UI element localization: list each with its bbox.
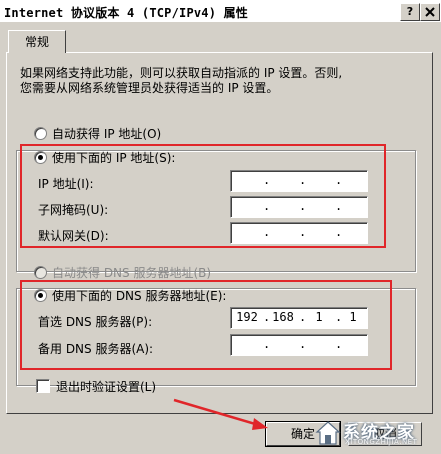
validate-label: 退出时验证设置(L) xyxy=(56,380,157,394)
dns-auto-radio[interactable] xyxy=(34,266,47,279)
close-button[interactable] xyxy=(420,3,440,21)
validate-checkbox[interactable] xyxy=(36,379,50,393)
title-bar: Internet 协议版本 4 (TCP/IPv4) 属性 ? xyxy=(0,0,441,23)
intro-line-2: 您需要从网络系统管理员处获得适当的 IP 设置。 xyxy=(20,81,279,95)
intro-text: 如果网络支持此功能，则可以获取自动指派的 IP 设置。否则, 您需要从网络系统管… xyxy=(20,66,420,96)
ip-auto-label: 自动获得 IP 地址(O) xyxy=(52,127,162,141)
ip-auto-radio[interactable] xyxy=(34,127,47,140)
intro-line-1: 如果网络支持此功能，则可以获取自动指派的 IP 设置。否则, xyxy=(20,66,343,80)
tab-general[interactable]: 常规 xyxy=(8,30,66,53)
watermark-url: XITONGZHIJIA.NET xyxy=(345,438,418,446)
watermark: 系统之家 XITONGZHIJIA.NET xyxy=(313,418,437,448)
arrow-icon xyxy=(173,398,268,430)
help-button[interactable]: ? xyxy=(400,3,420,21)
house-logo-icon xyxy=(315,421,341,445)
dns-highlight-box xyxy=(20,280,392,370)
dns-auto-label: 自动获得 DNS 服务器地址(B) xyxy=(52,266,212,280)
close-icon xyxy=(425,7,435,17)
ip-highlight-box xyxy=(20,144,386,248)
window-title: Internet 协议版本 4 (TCP/IPv4) 属性 xyxy=(4,6,248,20)
